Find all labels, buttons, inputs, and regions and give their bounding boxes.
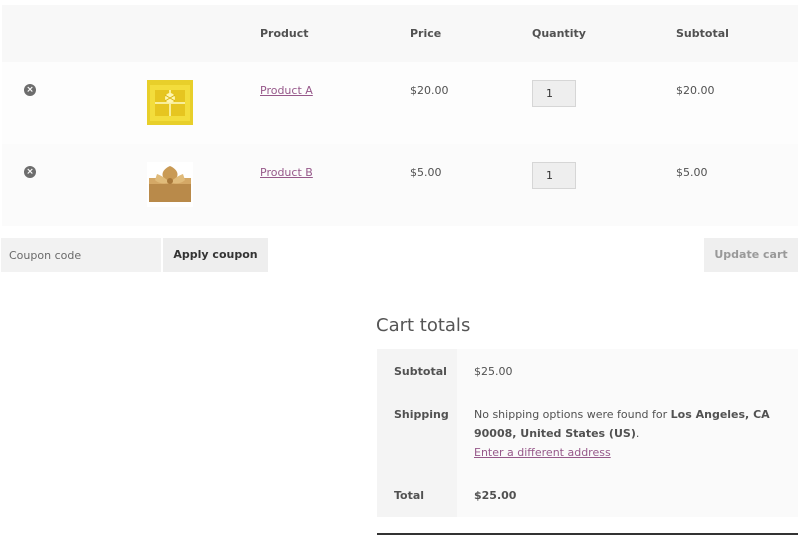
totals-total-label: Total bbox=[394, 489, 425, 502]
header-price: Price bbox=[410, 27, 442, 40]
product-a-subtotal: $20.00 bbox=[676, 84, 715, 97]
header-quantity: Quantity bbox=[532, 27, 586, 40]
cart-row: × Product B $5.00 1 $5.00 bbox=[2, 144, 798, 226]
cart-row: × Product A $20.00 1 $20.00 bbox=[2, 62, 798, 144]
remove-item-icon[interactable]: × bbox=[24, 84, 36, 96]
shipping-info: No shipping options were found for Los A… bbox=[474, 408, 770, 459]
update-cart-button[interactable]: Update cart bbox=[704, 238, 798, 272]
product-b-price: $5.00 bbox=[410, 166, 442, 179]
coupon-code-input[interactable] bbox=[1, 238, 161, 272]
product-b-thumbnail[interactable] bbox=[147, 162, 193, 207]
cart-totals-table: Subtotal $25.00 Shipping No shipping opt… bbox=[377, 349, 798, 517]
product-b-link[interactable]: Product B bbox=[260, 166, 313, 179]
header-product: Product bbox=[260, 27, 309, 40]
remove-item-icon[interactable]: × bbox=[24, 166, 36, 178]
totals-subtotal-value: $25.00 bbox=[474, 365, 513, 378]
cart-table: Product Price Quantity Subtotal × Produc… bbox=[2, 5, 798, 226]
apply-coupon-button[interactable]: Apply coupon bbox=[163, 238, 268, 272]
product-a-thumbnail[interactable] bbox=[147, 80, 193, 125]
cart-totals-title: Cart totals bbox=[376, 315, 471, 336]
cart-table-header: Product Price Quantity Subtotal bbox=[2, 5, 798, 62]
product-a-link[interactable]: Product A bbox=[260, 84, 313, 97]
product-b-quantity-input[interactable]: 1 bbox=[532, 162, 576, 189]
totals-total-value: $25.00 bbox=[474, 489, 517, 502]
product-a-price: $20.00 bbox=[410, 84, 449, 97]
totals-subtotal-label: Subtotal bbox=[394, 365, 447, 378]
product-a-quantity-input[interactable]: 1 bbox=[532, 80, 576, 107]
totals-shipping-label: Shipping bbox=[394, 408, 449, 421]
header-subtotal: Subtotal bbox=[676, 27, 729, 40]
shipping-message: No shipping options were found for bbox=[474, 408, 671, 421]
product-b-subtotal: $5.00 bbox=[676, 166, 708, 179]
change-address-link[interactable]: Enter a different address bbox=[474, 446, 611, 459]
